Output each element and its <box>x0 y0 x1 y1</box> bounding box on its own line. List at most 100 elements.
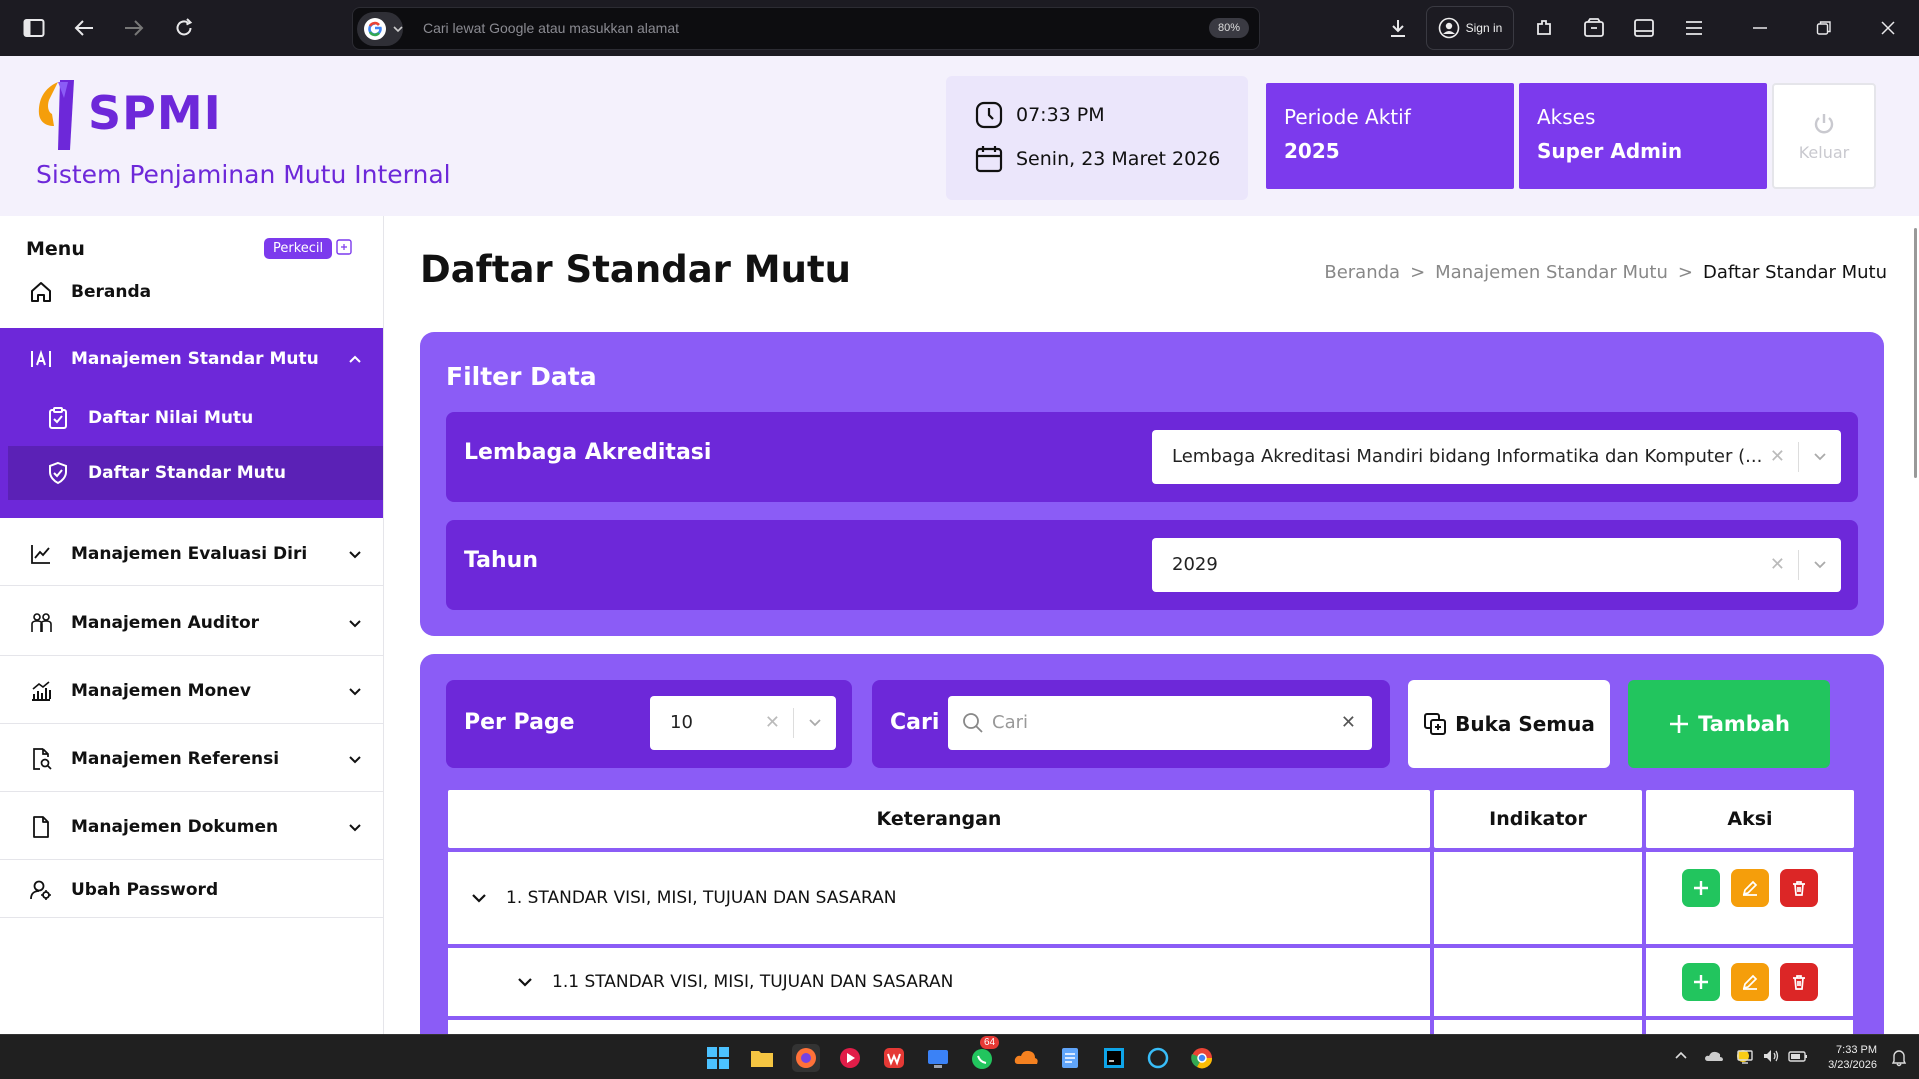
current-date: Senin, 23 Maret 2026 <box>1016 148 1221 170</box>
onedrive-icon[interactable] <box>1704 1047 1724 1065</box>
clear-icon[interactable]: ✕ <box>1770 446 1785 467</box>
plus-icon <box>1670 715 1689 733</box>
zoom-badge[interactable]: 80% <box>1208 18 1249 38</box>
clock-tray[interactable]: 7:33 PM 3/23/2026 <box>1828 1043 1877 1073</box>
breadcrumb-separator: > <box>1410 262 1426 283</box>
file-explorer-icon[interactable] <box>748 1044 776 1072</box>
search-input[interactable]: Cari ✕ <box>948 696 1372 750</box>
forward-arrow-icon[interactable] <box>118 12 150 44</box>
system-tray-icons[interactable] <box>1736 1047 1808 1065</box>
firefox-icon[interactable] <box>792 1044 820 1072</box>
edit-button[interactable] <box>1731 963 1769 1001</box>
period-value: 2025 <box>1284 139 1340 163</box>
delete-button[interactable] <box>1780 963 1818 1001</box>
search-engine-button[interactable] <box>357 12 403 46</box>
chevron-down-icon[interactable] <box>516 973 534 991</box>
edit-button[interactable] <box>1731 869 1769 907</box>
extensions-icon[interactable] <box>1528 12 1560 44</box>
app-header: SPMI Sistem Penjaminan Mutu Internal 07:… <box>0 56 1919 216</box>
plus-icon <box>1694 975 1708 989</box>
whatsapp-icon[interactable]: 64 <box>968 1036 1000 1072</box>
minimize-icon[interactable] <box>1744 12 1776 44</box>
sidebar-item-ubah-password[interactable]: Ubah Password <box>0 862 383 918</box>
clear-search-icon[interactable]: ✕ <box>1341 712 1356 733</box>
chevron-down-icon[interactable] <box>1811 447 1829 465</box>
sidebar-item-label: Ubah Password <box>71 879 219 900</box>
clear-icon[interactable]: ✕ <box>765 712 780 733</box>
remote-desktop-icon[interactable] <box>924 1044 952 1072</box>
menu-icon[interactable] <box>1678 12 1710 44</box>
media-player-icon[interactable] <box>836 1044 864 1072</box>
delete-button[interactable] <box>1780 869 1818 907</box>
breadcrumb-item-beranda[interactable]: Beranda <box>1324 262 1400 283</box>
datetime-panel: 07:33 PM Senin, 23 Maret 2026 <box>946 76 1248 200</box>
per-page-label: Per Page <box>464 710 575 735</box>
keterangan-cell: 1.1 STANDAR VISI, MISI, TUJUAN DAN SASAR… <box>448 948 1430 1016</box>
chevron-up-icon <box>349 355 361 363</box>
line-chart-icon <box>27 540 55 568</box>
page-scrollbar[interactable] <box>1914 228 1917 478</box>
chevron-down-icon <box>349 755 361 763</box>
power-icon <box>1814 113 1834 133</box>
sidebar-item-daftar-nilai-mutu[interactable]: Daftar Nilai Mutu <box>0 392 383 444</box>
chevron-down-icon[interactable] <box>1811 555 1829 573</box>
sidebar-item-auditor[interactable]: Manajemen Auditor <box>0 590 383 656</box>
tahun-select[interactable]: 2029 ✕ <box>1152 538 1841 592</box>
windows-start-icon[interactable] <box>704 1044 732 1072</box>
page-title: Daftar Standar Mutu <box>420 248 851 291</box>
reload-icon[interactable] <box>168 12 200 44</box>
sidebar-toggle-icon[interactable] <box>18 12 50 44</box>
add-button[interactable]: Tambah <box>1628 680 1830 768</box>
download-icon[interactable] <box>1382 12 1414 44</box>
sidebar-item-label: Manajemen Monev <box>71 680 251 701</box>
add-child-button[interactable] <box>1682 869 1720 907</box>
filter-panel: Filter Data Lembaga Akreditasi Lembaga A… <box>420 332 1884 636</box>
tab-view-icon[interactable] <box>1628 12 1660 44</box>
sidebar-item-referensi[interactable]: Manajemen Referensi <box>0 726 383 792</box>
sidebar-item-label: Beranda <box>71 282 152 302</box>
column-header-aksi: Aksi <box>1646 790 1854 848</box>
restore-icon[interactable] <box>1808 12 1840 44</box>
chevron-down-icon[interactable] <box>806 713 824 731</box>
google-icon <box>364 18 386 40</box>
menu-title: Menu <box>26 238 85 260</box>
sidebar-item-manajemen-standar-mutu[interactable]: Manajemen Standar Mutu <box>0 328 383 390</box>
chevron-down-icon[interactable] <box>470 889 488 907</box>
collapse-icon[interactable] <box>336 239 352 255</box>
cloud-icon[interactable] <box>1012 1044 1040 1072</box>
sidebar-item-evaluasi-diri[interactable]: Manajemen Evaluasi Diri <box>0 522 383 586</box>
wps-office-icon[interactable] <box>880 1044 908 1072</box>
account-icon <box>1438 17 1459 39</box>
collapse-sidebar-button[interactable]: Perkecil <box>264 238 333 259</box>
clear-icon[interactable]: ✕ <box>1770 554 1785 575</box>
filter-row-lembaga: Lembaga Akreditasi Lembaga Akreditasi Ma… <box>446 412 1858 502</box>
notification-badge: 64 <box>980 1036 1000 1049</box>
close-window-icon[interactable] <box>1872 12 1904 44</box>
notepad-icon[interactable] <box>1056 1044 1084 1072</box>
lembaga-select[interactable]: Lembaga Akreditasi Mandiri bidang Inform… <box>1152 430 1841 484</box>
column-header-indikator: Indikator <box>1434 790 1642 848</box>
sidebar-item-beranda[interactable]: Beranda <box>0 264 383 320</box>
logout-button[interactable]: Keluar <box>1772 83 1876 189</box>
tray-date: 3/23/2026 <box>1828 1059 1877 1071</box>
webstorm-icon[interactable] <box>1100 1044 1128 1072</box>
users-icon <box>27 609 55 637</box>
add-child-button[interactable] <box>1682 963 1720 1001</box>
expand-all-button[interactable]: Buka Semua <box>1408 680 1610 768</box>
breadcrumb-separator: > <box>1677 262 1693 283</box>
edit-icon <box>1742 880 1758 896</box>
chrome-icon[interactable] <box>1188 1044 1216 1072</box>
address-bar[interactable]: Cari lewat Google atau masukkan alamat 8… <box>352 7 1260 50</box>
sidebar-item-monev[interactable]: Manajemen Monev <box>0 658 383 724</box>
tray-chevron-up-icon[interactable] <box>1674 1049 1688 1063</box>
wallet-icon[interactable] <box>1578 12 1610 44</box>
notification-icon[interactable] <box>1891 1049 1907 1067</box>
sign-in-button[interactable]: Sign in <box>1426 6 1514 50</box>
search-icon <box>963 713 983 733</box>
back-arrow-icon[interactable] <box>68 12 100 44</box>
vscode-icon[interactable] <box>1144 1044 1172 1072</box>
per-page-select[interactable]: 10 ✕ <box>650 696 836 750</box>
breadcrumb-item-standar-mutu[interactable]: Manajemen Standar Mutu <box>1435 262 1668 283</box>
sidebar-item-daftar-standar-mutu[interactable]: Daftar Standar Mutu <box>8 446 383 500</box>
sidebar-item-dokumen[interactable]: Manajemen Dokumen <box>0 794 383 860</box>
